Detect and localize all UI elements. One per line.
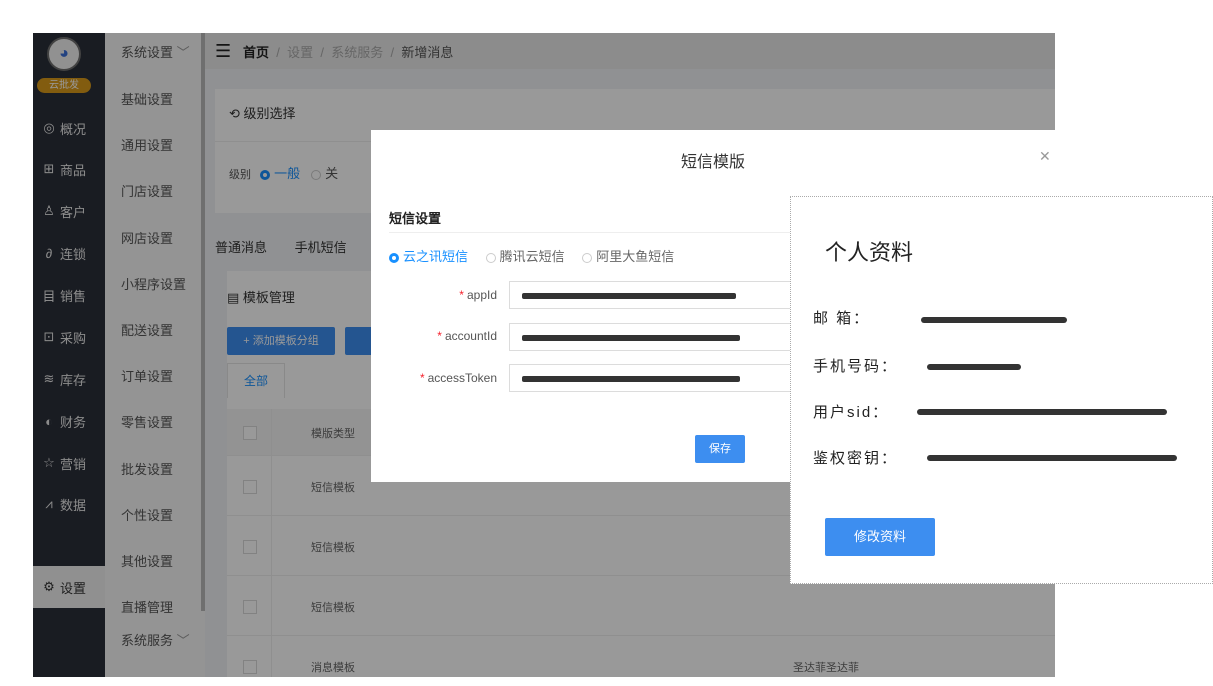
edit-profile-button[interactable]: 修改资料	[825, 518, 935, 556]
radio-provider-0[interactable]	[389, 252, 399, 263]
radio-provider-1[interactable]	[485, 252, 496, 263]
auth-key-label: 鉴权密钥：	[813, 450, 899, 467]
accesstoken-label: * accessToken	[419, 371, 497, 385]
modal-title: 短信模版	[680, 154, 745, 171]
phone-value	[927, 364, 1021, 370]
provider-label-0[interactable]: 云之讯短信	[403, 249, 468, 264]
close-icon[interactable]: ✕	[1039, 148, 1051, 165]
provider-label-1[interactable]: 腾讯云短信	[500, 249, 565, 264]
auth-key-value	[927, 455, 1177, 461]
accountid-label: * accountId	[437, 329, 497, 343]
email-value	[921, 317, 1067, 323]
appid-label: * appId	[459, 288, 497, 302]
profile-title: 个人资料	[825, 240, 914, 265]
sms-settings-title: 短信设置	[389, 211, 442, 226]
email-label: 邮 箱：	[813, 310, 871, 327]
phone-label: 手机号码：	[813, 358, 899, 375]
provider-label-2[interactable]: 阿里大鱼短信	[596, 249, 674, 264]
provider-radio-group: 云之讯短信 腾讯云短信 阿里大鱼短信	[389, 246, 674, 265]
radio-provider-2[interactable]	[582, 252, 593, 263]
profile-panel: 个人资料 邮 箱： 手机号码： 用户sid： 鉴权密钥： 修改资料	[790, 196, 1213, 584]
user-sid-value	[917, 409, 1167, 415]
user-sid-label: 用户sid：	[813, 404, 890, 421]
save-button[interactable]: 保存	[695, 435, 745, 463]
